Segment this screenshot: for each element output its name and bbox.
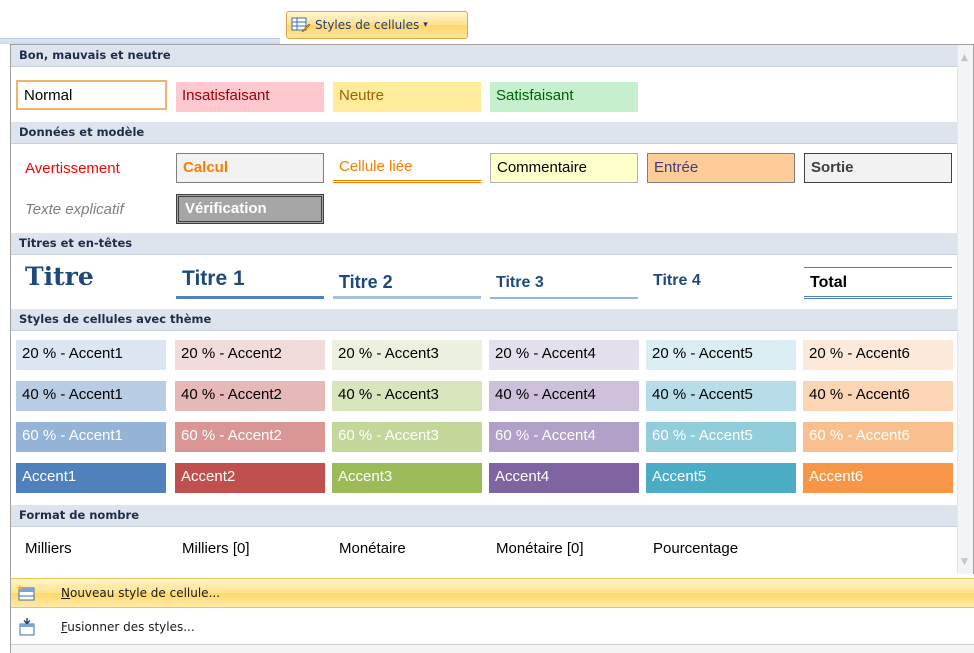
style-calculation[interactable]: Calcul	[176, 153, 324, 183]
cell-styles-button[interactable]: Styles de cellules ▾	[286, 11, 468, 39]
gallery-menu: Nouveau style de cellule... Fusionner de…	[10, 574, 974, 653]
style-60-accent6[interactable]: 60 % - Accent6	[803, 422, 953, 452]
merge-styles-label: Fusionner des styles...	[61, 620, 195, 634]
style-percent[interactable]: Pourcentage	[647, 535, 795, 565]
scroll-up-icon[interactable]: ▲	[961, 53, 968, 63]
style-comma-0[interactable]: Milliers [0]	[176, 535, 324, 565]
merge-styles-icon	[19, 618, 35, 636]
style-60-accent4[interactable]: 60 % - Accent4	[489, 422, 639, 452]
new-style-icon	[17, 585, 35, 601]
style-good[interactable]: Satisfaisant	[490, 82, 638, 112]
style-accent6[interactable]: Accent6	[803, 463, 953, 493]
style-20-accent4[interactable]: 20 % - Accent4	[489, 340, 639, 370]
style-20-accent6[interactable]: 20 % - Accent6	[803, 340, 953, 370]
style-heading-3[interactable]: Titre 3	[490, 269, 638, 299]
style-heading-2[interactable]: Titre 2	[333, 267, 481, 299]
style-20-accent5[interactable]: 20 % - Accent5	[646, 340, 796, 370]
new-cell-style-menu-item[interactable]: Nouveau style de cellule...	[11, 578, 974, 608]
style-20-accent1[interactable]: 20 % - Accent1	[16, 340, 166, 370]
style-accent3[interactable]: Accent3	[332, 463, 482, 493]
style-check-cell[interactable]: Vérification	[176, 194, 324, 224]
style-neutral[interactable]: Neutre	[333, 82, 481, 112]
style-20-accent3[interactable]: 20 % - Accent3	[332, 340, 482, 370]
menu-footer	[11, 644, 974, 653]
style-input[interactable]: Entrée	[647, 153, 795, 183]
style-currency[interactable]: Monétaire	[333, 535, 481, 565]
ribbon-area: Styles de cellules ▾	[0, 0, 974, 44]
style-bad[interactable]: Insatisfaisant	[176, 82, 324, 112]
style-60-accent2[interactable]: 60 % - Accent2	[175, 422, 325, 452]
style-comma[interactable]: Milliers	[19, 535, 167, 565]
chevron-down-icon: ▾	[423, 20, 428, 30]
new-cell-style-label: Nouveau style de cellule...	[61, 586, 221, 600]
style-heading-4[interactable]: Titre 4	[647, 267, 795, 297]
section-header-titles: Titres et en-têtes	[11, 233, 957, 255]
style-title[interactable]: Titre	[19, 261, 167, 295]
style-total[interactable]: Total	[804, 267, 952, 299]
style-40-accent4[interactable]: 40 % - Accent4	[489, 381, 639, 411]
style-40-accent1[interactable]: 40 % - Accent1	[16, 381, 166, 411]
cell-styles-label: Styles de cellules	[315, 18, 420, 32]
style-40-accent5[interactable]: 40 % - Accent5	[646, 381, 796, 411]
style-heading-1[interactable]: Titre 1	[176, 263, 324, 299]
cell-styles-icon	[291, 17, 311, 33]
style-accent5[interactable]: Accent5	[646, 463, 796, 493]
style-20-accent2[interactable]: 20 % - Accent2	[175, 340, 325, 370]
section-header-good-bad: Bon, mauvais et neutre	[11, 45, 957, 67]
style-accent1[interactable]: Accent1	[16, 463, 166, 493]
style-accent2[interactable]: Accent2	[175, 463, 325, 493]
style-60-accent3[interactable]: 60 % - Accent3	[332, 422, 482, 452]
section-header-number-format: Format de nombre	[11, 505, 957, 527]
style-linked-cell[interactable]: Cellule liée	[333, 153, 481, 183]
style-40-accent6[interactable]: 40 % - Accent6	[803, 381, 953, 411]
style-60-accent1[interactable]: 60 % - Accent1	[16, 422, 166, 452]
style-accent4[interactable]: Accent4	[489, 463, 639, 493]
gallery-scrollbar[interactable]: ▲ ▼	[957, 45, 973, 575]
style-currency-0[interactable]: Monétaire [0]	[490, 535, 638, 565]
cell-styles-gallery: Bon, mauvais et neutre Normal Insatisfai…	[10, 44, 974, 575]
style-note[interactable]: Commentaire	[490, 153, 638, 183]
scroll-down-icon[interactable]: ▼	[961, 557, 968, 567]
style-40-accent3[interactable]: 40 % - Accent3	[332, 381, 482, 411]
style-warning[interactable]: Avertissement	[19, 155, 167, 185]
section-header-data-model: Données et modèle	[11, 122, 957, 144]
style-60-accent5[interactable]: 60 % - Accent5	[646, 422, 796, 452]
style-40-accent2[interactable]: 40 % - Accent2	[175, 381, 325, 411]
merge-styles-menu-item[interactable]: Fusionner des styles...	[11, 612, 974, 642]
style-explanatory[interactable]: Texte explicatif	[19, 196, 167, 226]
section-header-themed: Styles de cellules avec thème	[11, 309, 957, 331]
style-normal[interactable]: Normal	[16, 80, 167, 110]
style-output[interactable]: Sortie	[804, 153, 952, 183]
